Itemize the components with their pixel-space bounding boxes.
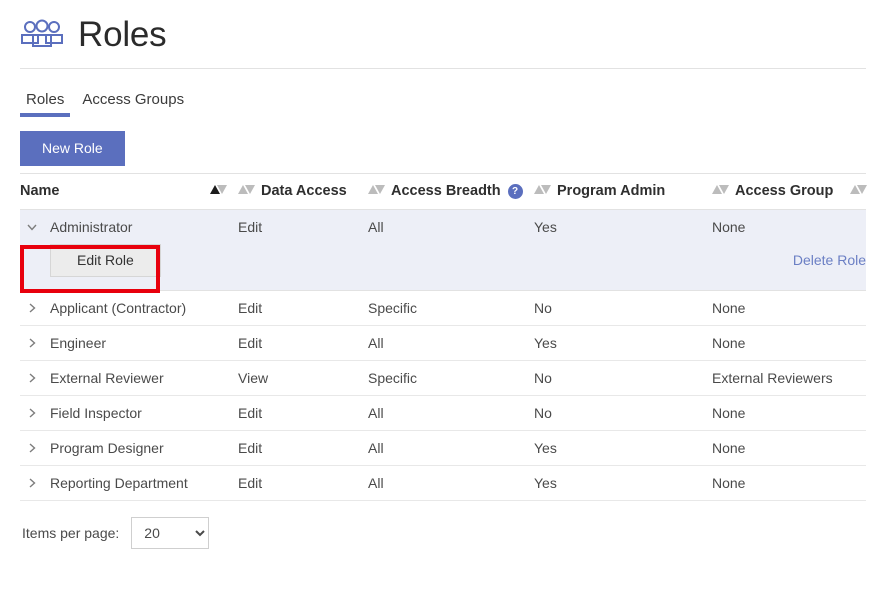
tab-access-groups[interactable]: Access Groups (76, 91, 190, 117)
table-row[interactable]: External Reviewer View Specific No Exter… (20, 360, 866, 396)
toolbar: New Role (0, 117, 886, 169)
people-group-icon (20, 18, 64, 50)
cell-access-breadth: All (368, 395, 534, 431)
cell-access-group: External Reviewers (712, 360, 866, 396)
cell-data-access: Edit (238, 465, 368, 501)
role-name: Field Inspector (50, 404, 142, 421)
table-row[interactable]: Administrator Edit All Yes None (20, 209, 866, 244)
tab-roles-label: Roles (26, 91, 65, 108)
table-row[interactable]: Engineer Edit All Yes None (20, 325, 866, 361)
chevron-right-icon[interactable] (20, 442, 42, 454)
cell-name: Field Inspector (20, 395, 238, 431)
cell-access-breadth: All (368, 325, 534, 361)
items-per-page-label: Items per page: (22, 524, 120, 541)
cell-name: Administrator (20, 209, 238, 244)
cell-program-admin: No (534, 395, 712, 431)
chevron-right-icon[interactable] (20, 337, 42, 349)
column-name-label: Name (20, 183, 60, 199)
new-role-button[interactable]: New Role (20, 131, 125, 166)
role-name: Program Designer (50, 439, 164, 456)
chevron-right-icon[interactable] (20, 477, 42, 489)
edit-role-button[interactable]: Edit Role (50, 244, 161, 277)
cell-data-access: Edit (238, 290, 368, 326)
page-title: Roles (78, 14, 167, 54)
column-header-data-access[interactable]: Data Access (238, 174, 368, 210)
cell-name: Engineer (20, 325, 238, 361)
cell-name: Reporting Department (20, 465, 238, 501)
table-head: Name Data Access Access Breadth ? Progra… (20, 174, 867, 210)
cell-program-admin: Yes (534, 465, 712, 501)
table-body: Administrator Edit All Yes None Edit Rol… (20, 209, 866, 501)
cell-name: Applicant (Contractor) (20, 290, 238, 326)
roles-table: Name Data Access Access Breadth ? Progra… (20, 174, 867, 501)
column-access-breadth-label: Access Breadth (391, 183, 501, 199)
role-name: Reporting Department (50, 474, 188, 491)
role-name: External Reviewer (50, 369, 164, 386)
sort-icon-data-access[interactable] (238, 185, 255, 197)
chevron-right-icon[interactable] (20, 372, 42, 384)
delete-role-link[interactable]: Delete Role (793, 252, 866, 268)
cell-program-admin: Yes (534, 209, 712, 244)
cell-access-group: None (712, 465, 866, 501)
pagination-bar: Items per page: 20 (0, 501, 886, 549)
cell-name: Program Designer (20, 430, 238, 466)
sort-icon-program-admin[interactable] (534, 185, 551, 197)
column-data-access-label: Data Access (261, 183, 347, 199)
cell-program-admin: Yes (534, 325, 712, 361)
table-row-actions: Edit Role Delete Role (20, 244, 866, 291)
cell-access-group: None (712, 430, 866, 466)
column-header-name[interactable]: Name (20, 174, 238, 210)
help-icon[interactable]: ? (507, 183, 523, 199)
column-access-group-label: Access Group (735, 183, 834, 199)
sort-icon-access-group[interactable] (712, 185, 729, 197)
cell-access-breadth: Specific (368, 360, 534, 396)
cell-data-access: Edit (238, 209, 368, 244)
table-row[interactable]: Program Designer Edit All Yes None (20, 430, 866, 466)
column-header-program-admin[interactable]: Program Admin (534, 174, 712, 210)
header-divider (20, 68, 866, 69)
cell-program-admin: Yes (534, 430, 712, 466)
roles-table-container: Name Data Access Access Breadth ? Progra… (20, 173, 867, 501)
cell-access-group: None (712, 290, 866, 326)
role-name: Engineer (50, 334, 107, 351)
cell-access-breadth: All (368, 465, 534, 501)
cell-data-access: View (238, 360, 368, 396)
sort-icon-name[interactable] (210, 185, 227, 197)
items-per-page-select[interactable]: 20 (131, 516, 210, 549)
role-name: Administrator (50, 219, 133, 235)
cell-access-group: None (712, 209, 866, 244)
column-program-admin-label: Program Admin (557, 183, 666, 199)
page-header: Roles (0, 0, 886, 58)
cell-access-group: None (712, 325, 866, 361)
chevron-down-icon[interactable] (20, 221, 42, 233)
row-actions-left: Edit Role (20, 244, 368, 291)
cell-data-access: Edit (238, 325, 368, 361)
row-actions-right: Delete Role (368, 244, 866, 291)
cell-access-breadth: All (368, 430, 534, 466)
tab-roles[interactable]: Roles (20, 91, 71, 117)
cell-access-group: None (712, 395, 866, 431)
role-name: Applicant (Contractor) (50, 299, 187, 316)
cell-name: External Reviewer (20, 360, 238, 396)
table-row[interactable]: Reporting Department Edit All Yes None (20, 465, 866, 501)
column-header-access-breadth[interactable]: Access Breadth ? (368, 174, 534, 210)
cell-program-admin: No (534, 290, 712, 326)
cell-data-access: Edit (238, 395, 368, 431)
table-row[interactable]: Applicant (Contractor) Edit Specific No … (20, 290, 866, 326)
cell-access-breadth: All (368, 209, 534, 244)
tab-access-groups-label: Access Groups (82, 91, 185, 108)
cell-access-breadth: Specific (368, 290, 534, 326)
cell-program-admin: No (534, 360, 712, 396)
tab-bar: Roles Access Groups (0, 85, 886, 117)
column-header-access-group[interactable]: Access Group (712, 174, 867, 210)
table-header-row: Name Data Access Access Breadth ? Progra… (20, 174, 867, 210)
chevron-right-icon[interactable] (20, 302, 42, 314)
sort-icon-trailing[interactable] (850, 185, 867, 197)
sort-icon-access-breadth[interactable] (368, 185, 385, 197)
roles-page: Roles Roles Access Groups New Role Name (0, 0, 886, 590)
cell-data-access: Edit (238, 430, 368, 466)
table-row[interactable]: Field Inspector Edit All No None (20, 395, 866, 431)
chevron-right-icon[interactable] (20, 407, 42, 419)
